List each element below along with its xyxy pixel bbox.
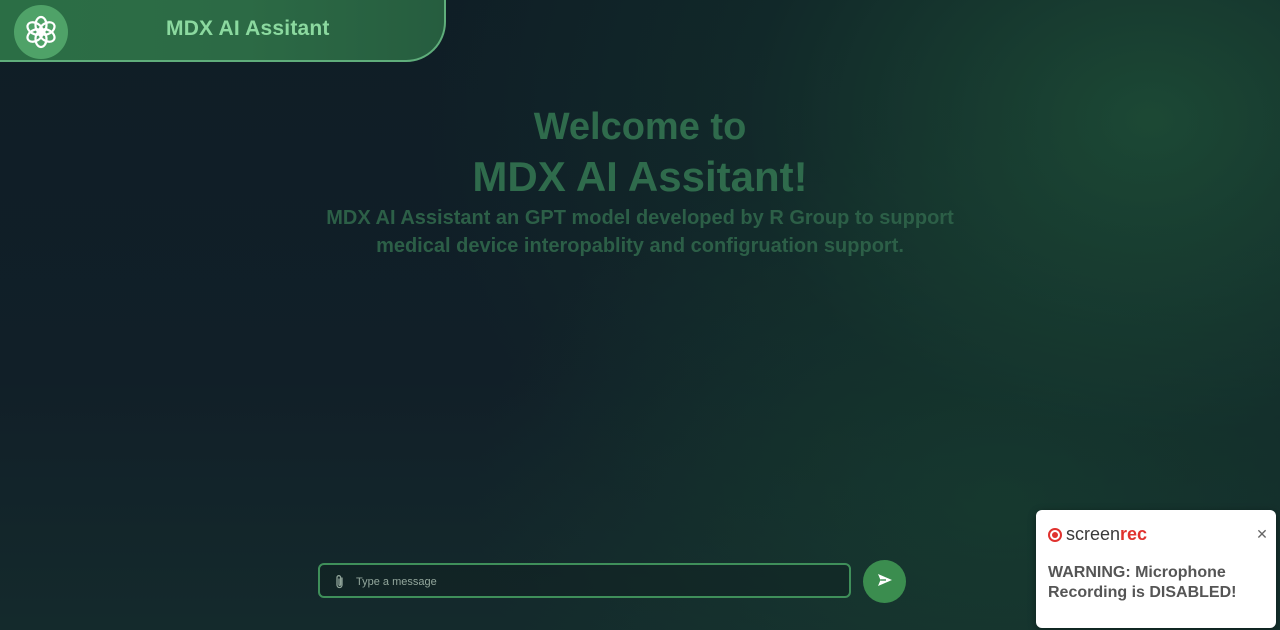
screenrec-notification: screen rec ✕ WARNING: Microphone Recordin… [1036,510,1276,628]
record-icon [1048,527,1062,542]
screenrec-logo: screen rec [1048,524,1147,545]
welcome-section: Welcome to MDX AI Assitant! MDX AI Assis… [0,104,1280,260]
message-composer [318,563,851,598]
close-icon[interactable]: ✕ [1256,527,1268,541]
send-button[interactable] [863,560,906,603]
send-icon [877,573,893,590]
openai-logo-icon[interactable] [14,5,68,59]
message-input[interactable] [354,569,838,595]
paperclip-icon[interactable] [332,573,348,591]
welcome-heading-line2: MDX AI Assitant! [472,153,808,200]
app-title: MDX AI Assitant [166,17,330,40]
welcome-description: MDX AI Assistant an GPT model developed … [326,207,954,257]
app-header: MDX AI Assitant [0,0,446,62]
toast-message: WARNING: Microphone Recording is DISABLE… [1048,564,1237,601]
welcome-heading-line1: Welcome to [533,106,747,148]
